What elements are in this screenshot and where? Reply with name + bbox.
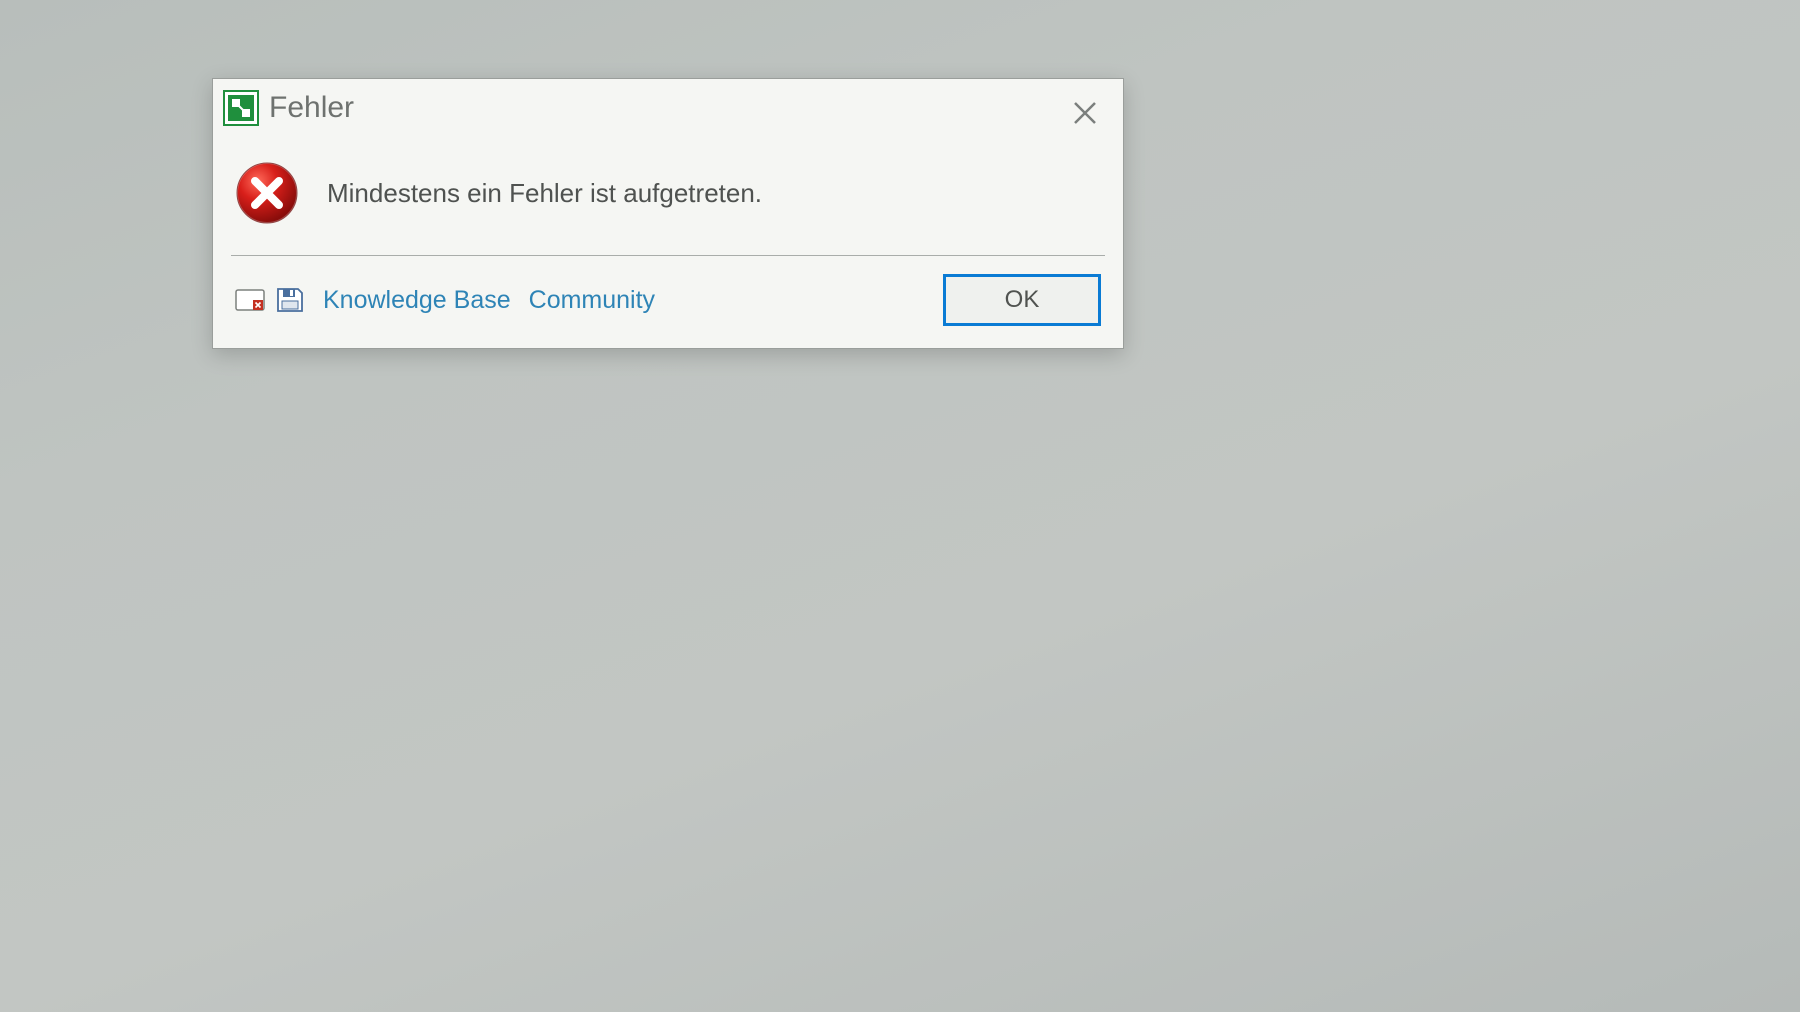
dialog-content: Mindestens ein Fehler ist aufgetreten. <box>213 137 1123 255</box>
app-icon <box>223 90 259 126</box>
error-icon <box>235 161 299 225</box>
error-message: Mindestens ein Fehler ist aufgetreten. <box>327 178 762 209</box>
community-link[interactable]: Community <box>529 286 655 315</box>
footer-left: Knowledge Base Community <box>235 286 655 315</box>
ok-button[interactable]: OK <box>943 274 1101 326</box>
dialog-footer: Knowledge Base Community OK <box>213 256 1123 348</box>
error-dialog: Fehler Mindestens ein Fehl <box>212 78 1124 349</box>
close-icon <box>1072 100 1098 126</box>
close-button[interactable] <box>1065 93 1105 133</box>
save-icon[interactable] <box>275 287 305 313</box>
dialog-titlebar[interactable]: Fehler <box>213 79 1123 137</box>
knowledge-base-link[interactable]: Knowledge Base <box>323 286 511 315</box>
footer-links: Knowledge Base Community <box>323 286 655 315</box>
dialog-title: Fehler <box>269 91 354 125</box>
details-icon[interactable] <box>235 287 265 313</box>
